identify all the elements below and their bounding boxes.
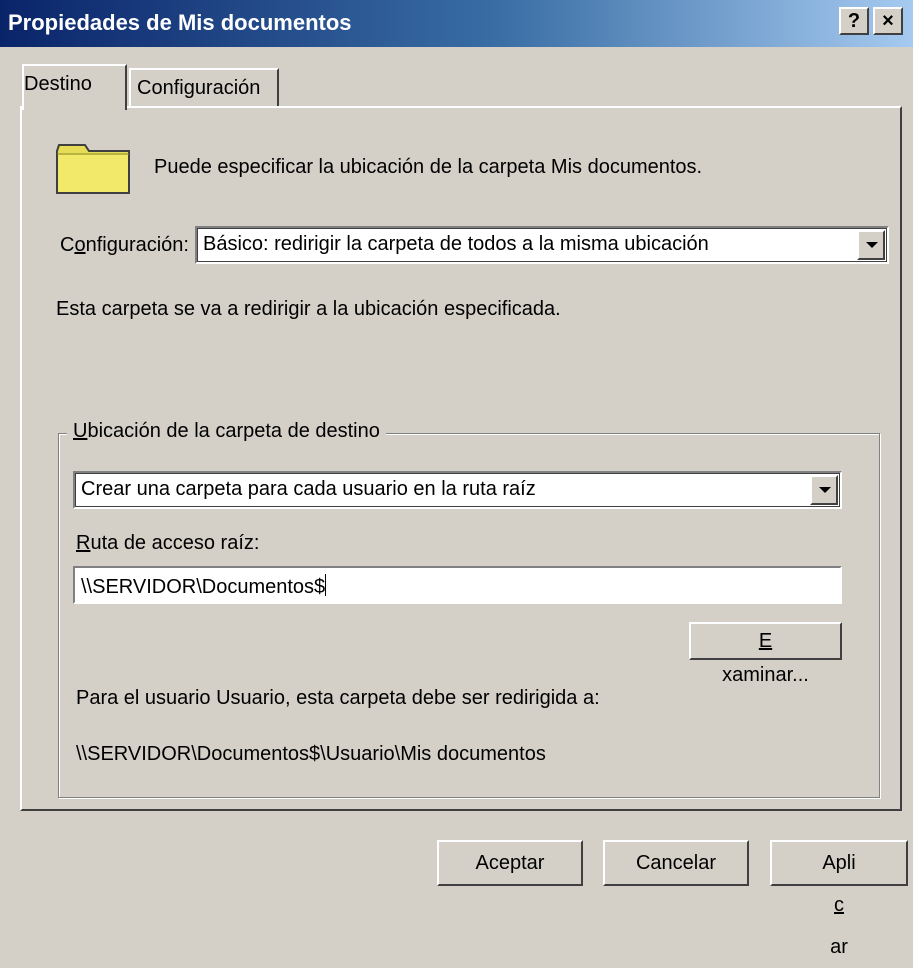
target-option-value: Crear una carpeta para cada usuario en l… — [81, 478, 536, 500]
close-button[interactable]: × — [873, 7, 903, 35]
root-path-label: Ruta de acceso raíz: — [76, 532, 260, 554]
window-title: Propiedades de Mis documentos — [8, 10, 352, 35]
redirect-path: \\SERVIDOR\Documentos$\Usuario\Mis docum… — [76, 743, 546, 765]
folder-icon — [56, 144, 130, 194]
description-text: Esta carpeta se va a redirigir a la ubic… — [56, 298, 561, 320]
root-path-value: \\SERVIDOR\Documentos$ — [81, 574, 327, 598]
setting-dropdown[interactable]: Básico: redirigir la carpeta de todos a … — [195, 226, 889, 264]
target-location-group: Ubicación de la carpeta de destino Crear… — [58, 420, 880, 798]
apply-button-label: Apli c ar — [822, 852, 856, 958]
tab-destino-label: Destino — [24, 73, 92, 95]
cancel-button-label: Cancelar — [635, 852, 717, 874]
tab-configuracion-label: Configuración — [137, 77, 261, 99]
setting-dropdown-value: Básico: redirigir la carpeta de todos a … — [203, 233, 709, 255]
chevron-down-icon[interactable] — [857, 230, 885, 260]
tab-panel: Puede especificar la ubicación de la car… — [20, 106, 902, 811]
browse-button[interactable]: Examinar... — [689, 622, 842, 686]
title-bar: Propiedades de Mis documentos ? × — [0, 0, 913, 48]
intro-text: Puede especificar la ubicación de la car… — [154, 156, 703, 178]
tab-destino[interactable]: Destino — [22, 64, 127, 110]
target-location-legend: Ubicación de la carpeta de destino — [67, 420, 386, 443]
cancel-button[interactable]: Cancelar — [603, 840, 749, 886]
help-icon: ? — [847, 10, 861, 32]
tab-configuracion[interactable]: Configuración — [129, 68, 279, 108]
close-icon: × — [882, 10, 894, 32]
setting-label: Configuración: — [60, 234, 189, 256]
browse-button-label: Examinar... — [722, 630, 809, 686]
redirect-note: Para el usuario Usuario, esta carpeta de… — [76, 687, 600, 709]
ok-button[interactable]: Aceptar — [437, 840, 583, 886]
target-option-dropdown[interactable]: Crear una carpeta para cada usuario en l… — [73, 471, 842, 509]
help-button[interactable]: ? — [839, 7, 869, 35]
ok-button-label: Aceptar — [475, 852, 545, 874]
apply-button[interactable]: Apli c ar — [770, 840, 908, 958]
chevron-down-icon[interactable] — [810, 475, 838, 505]
root-path-input[interactable]: \\SERVIDOR\Documentos$ — [73, 566, 842, 604]
text-caret — [325, 574, 327, 596]
